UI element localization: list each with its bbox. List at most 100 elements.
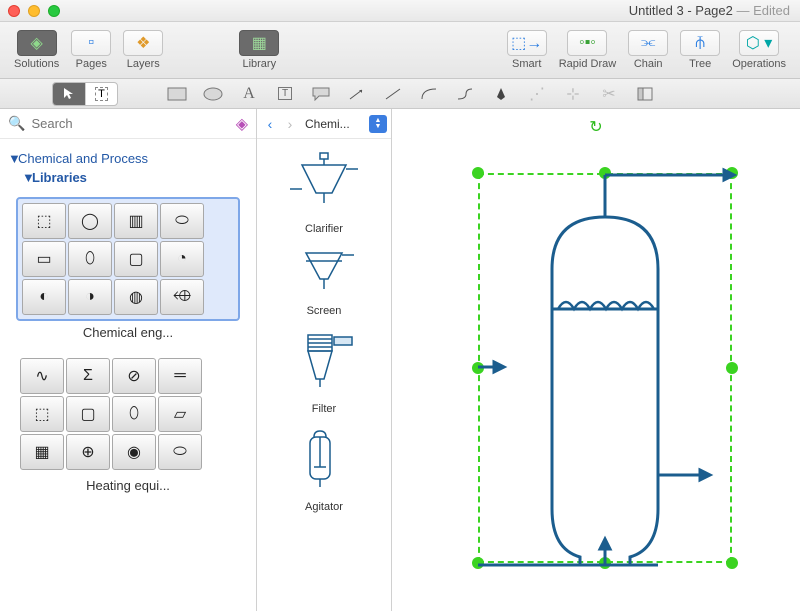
titlebar: Untitled 3 - Page2 — Edited [0, 0, 800, 22]
lib-cell: ◍ [114, 279, 158, 315]
window-controls [8, 5, 60, 17]
tree-button[interactable]: ⫚ Tree [674, 28, 726, 72]
library-item-agitator[interactable]: Agitator [257, 423, 391, 521]
pages-label: Pages [76, 58, 107, 70]
main-toolbar: ◈ Solutions ▫ Pages ❖ Layers ▦ Library ⬚… [0, 22, 800, 79]
split-tool[interactable]: ✂ [598, 85, 620, 103]
clarifier-label: Clarifier [305, 223, 343, 235]
solutions-filter-icon[interactable]: ◈ [236, 114, 248, 134]
lib-cell: ◔ [160, 241, 204, 277]
curve-shape[interactable] [418, 85, 440, 103]
content-area: 🔍 ◈ ▼Chemical and Process ▼Libraries ⬚ ◯… [0, 109, 800, 611]
minimize-window-button[interactable] [28, 5, 40, 17]
filter-icon [284, 329, 364, 399]
canvas[interactable]: ↻ [392, 109, 800, 611]
rapid-draw-label: Rapid Draw [559, 58, 616, 70]
library-item-screen[interactable]: Screen [257, 243, 391, 325]
layers-label: Layers [127, 58, 160, 70]
lib-cell: ◯ [68, 203, 112, 239]
cursor-mode-segment: T [52, 82, 118, 106]
lib-cell: ⬯ [68, 241, 112, 277]
lib-cell: ═ [158, 358, 202, 394]
edited-status: — Edited [737, 3, 791, 18]
lib-cell: ▢ [114, 241, 158, 277]
ellipse-shape[interactable] [202, 85, 224, 103]
window-title: Untitled 3 - Page2 — Edited [629, 3, 790, 18]
search-icon: 🔍 [8, 115, 25, 132]
maximize-window-button[interactable] [48, 5, 60, 17]
tree-libraries[interactable]: ▼Libraries [22, 168, 248, 187]
library-dropdown-button[interactable]: ▲▼ [369, 115, 387, 133]
edit-points-tool[interactable]: ⋰ [526, 85, 548, 103]
pen-tool[interactable] [490, 85, 512, 103]
smart-label: Smart [512, 58, 541, 70]
library-label-1: Chemical eng... [8, 325, 248, 340]
library-name: Chemi... [301, 117, 367, 131]
canvas-shape-vessel[interactable] [462, 149, 742, 589]
lib-cell: ◉ [112, 434, 156, 470]
library-items: Clarifier Screen Filter Agitator [257, 139, 391, 611]
lib-cell: ◑ [68, 279, 112, 315]
library-item-clarifier[interactable]: Clarifier [257, 145, 391, 243]
lib-cell: ⊕ [66, 434, 110, 470]
right-tool-group: ⬚→ Smart ◦▪◦ Rapid Draw ⫘ Chain ⫚ Tree ⬡… [501, 28, 792, 72]
library-chemical-eng[interactable]: ⬚ ◯ ▥ ⬭ ▭ ⬯ ▢ ◔ ◐ ◑ ◍ ⬲ [16, 197, 240, 321]
text-shape[interactable]: A [238, 85, 260, 103]
library-button[interactable]: ▦ Library [233, 28, 285, 72]
lib-cell: ▭ [22, 241, 66, 277]
text-tool[interactable]: T [85, 83, 117, 105]
rapid-draw-icon: ◦▪◦ [579, 34, 596, 52]
lib-cell: Σ [66, 358, 110, 394]
smart-icon: ⬚→ [511, 33, 542, 53]
chain-button[interactable]: ⫘ Chain [622, 28, 674, 72]
library-strip-header: ‹ › Chemi... ▲▼ [257, 109, 391, 139]
lib-cell: ◐ [22, 279, 66, 315]
solutions-button[interactable]: ◈ Solutions [8, 28, 65, 72]
lib-cell: ∿ [20, 358, 64, 394]
library-label-2: Heating equi... [8, 478, 248, 493]
library-icon: ▦ [252, 33, 267, 53]
lib-cell: ▱ [158, 396, 202, 432]
arrow-shape[interactable] [346, 85, 368, 103]
library-item-filter[interactable]: Filter [257, 325, 391, 423]
close-window-button[interactable] [8, 5, 20, 17]
filter-label: Filter [312, 403, 336, 415]
library-strip: ‹ › Chemi... ▲▼ Clarifier Screen Filter … [257, 109, 392, 611]
connector-shape[interactable] [454, 85, 476, 103]
operations-button[interactable]: ⬡ ▾ Operations [726, 28, 792, 72]
search-input[interactable] [31, 116, 229, 131]
textbox-shape[interactable]: T [274, 85, 296, 103]
rapid-draw-button[interactable]: ◦▪◦ Rapid Draw [553, 28, 622, 72]
clarifier-icon [284, 149, 364, 219]
lib-cell: ⬲ [160, 279, 204, 315]
solutions-tree: ▼Chemical and Process ▼Libraries ⬚ ◯ ▥ ⬭… [0, 139, 256, 517]
add-point-tool[interactable]: ⊹ [562, 85, 584, 103]
tree-root-chemical[interactable]: ▼Chemical and Process [8, 149, 248, 168]
pages-icon: ▫ [88, 34, 94, 52]
library-heating-equi[interactable]: ∿ Σ ⊘ ═ ⬚ ▢ ⬯ ▱ ▦ ⊕ ◉ ⬭ [16, 354, 240, 474]
smart-button[interactable]: ⬚→ Smart [501, 28, 553, 72]
library-label: Library [242, 58, 276, 70]
rectangle-shape[interactable] [166, 85, 188, 103]
pages-button[interactable]: ▫ Pages [65, 28, 117, 72]
line-shape[interactable] [382, 85, 404, 103]
library-prev-button[interactable]: ‹ [261, 115, 279, 133]
agitator-label: Agitator [305, 501, 343, 513]
lib-cell: ▥ [114, 203, 158, 239]
search-bar: 🔍 ◈ [0, 109, 256, 139]
layers-button[interactable]: ❖ Layers [117, 28, 169, 72]
shapes-row: A T ⋰ ⊹ ✂ [166, 85, 656, 103]
panel-icon[interactable] [634, 85, 656, 103]
lib-cell: ⬚ [22, 203, 66, 239]
pointer-tool[interactable] [53, 83, 85, 105]
tree-label: Tree [689, 58, 711, 70]
solutions-icon: ◈ [30, 33, 42, 53]
sidebar: 🔍 ◈ ▼Chemical and Process ▼Libraries ⬚ ◯… [0, 109, 257, 611]
chain-label: Chain [634, 58, 663, 70]
lib-cell: ⬚ [20, 396, 64, 432]
rotation-handle[interactable]: ↻ [589, 117, 602, 137]
library-next-button[interactable]: › [281, 115, 299, 133]
shape-toolbar: T A T ⋰ ⊹ ✂ [0, 79, 800, 109]
callout-shape[interactable] [310, 85, 332, 103]
left-tool-group: ◈ Solutions ▫ Pages ❖ Layers [8, 28, 169, 72]
